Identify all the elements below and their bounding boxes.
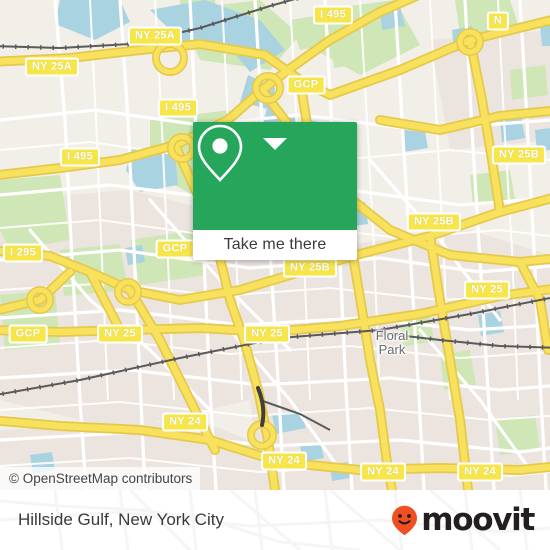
moovit-logo[interactable]: moovit (391, 490, 535, 550)
osm-attribution[interactable]: © OpenStreetMap contributors (0, 467, 201, 490)
road-shield: I 495 (313, 5, 353, 25)
road-shield: N (486, 11, 510, 31)
road-shield: NY 25B (491, 145, 547, 165)
take-me-there-button[interactable]: Take me there (193, 230, 357, 260)
map-canvas[interactable]: NY 25A NY 25A I 495 I 495 I 495 N GCP NY 25B NY … (0, 0, 550, 490)
road-shield: NY 24 (360, 462, 406, 482)
road-shield: I 495 (60, 147, 100, 167)
moovit-smiley-pin-icon (392, 505, 418, 535)
place-dot (377, 330, 383, 336)
road-shield: NY 25B (282, 258, 338, 278)
road-shield: I 295 (3, 243, 43, 263)
road-shield: NY 25A (24, 57, 80, 77)
road-shield: NY 24 (261, 451, 307, 471)
road-shield: NY 25 (244, 324, 290, 344)
road-shield: NY 24 (162, 412, 208, 432)
place-title-text: Hillside Gulf, New York City (18, 510, 224, 529)
road-shield: NY 25B (406, 212, 462, 232)
road-shield: I 495 (158, 98, 198, 118)
road-shield: GCP (155, 239, 195, 259)
osm-attribution-text: © OpenStreetMap contributors (9, 471, 193, 486)
popup-tail (263, 138, 287, 150)
road-shield: NY 25 (97, 324, 143, 344)
road-shield: GCP (286, 75, 326, 95)
location-pin-icon (197, 124, 243, 182)
map-screenshot: NY 25A NY 25A I 495 I 495 I 495 N GCP NY 25B NY … (0, 0, 550, 550)
place-title: Hillside Gulf, New York City (18, 490, 224, 550)
take-me-there-label: Take me there (223, 236, 327, 253)
road-shield: NY 24 (457, 462, 503, 482)
footer-bar: Hillside Gulf, New York City moovit (0, 490, 550, 550)
road-shield: NY 25A (127, 26, 183, 46)
moovit-wordmark: moovit (421, 501, 535, 538)
road-shield: NY 25 (464, 280, 510, 300)
road-shield: GCP (8, 324, 48, 344)
